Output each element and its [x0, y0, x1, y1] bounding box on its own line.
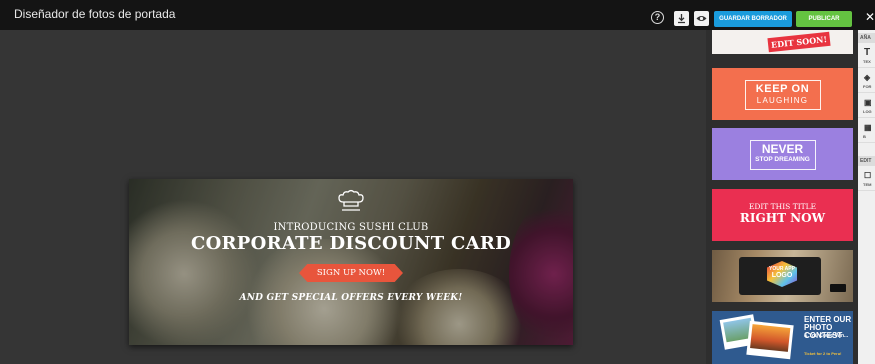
tools-section-edit: EDIT — [858, 156, 875, 166]
cover-photo-canvas[interactable]: INTRODUCING SUSHI CLUB CORPORATE DISCOUN… — [129, 179, 573, 345]
help-icon[interactable]: ? — [651, 11, 664, 24]
tool-template[interactable]: ☐ TEM — [858, 167, 875, 191]
tools-section-add: AÑA — [858, 33, 875, 43]
template-subtitle: STOP DREAMING — [755, 156, 810, 163]
tool-label: LOG — [863, 109, 872, 114]
tool-sidebar: AÑA T TEX ◈ FOR ▣ LOG ▦ B EDIT ☐ TEM — [858, 30, 875, 364]
tool-text[interactable]: T TEX — [858, 44, 875, 68]
template-icon: ☐ — [864, 171, 872, 180]
template-thumbnail[interactable]: EDIT THIS TITLE RIGHT NOW — [712, 189, 853, 241]
tool-label: B — [863, 134, 866, 139]
template-subtitle: LAUGHING — [756, 96, 809, 105]
text-icon: T — [864, 47, 871, 58]
download-icon — [678, 14, 685, 24]
template-title: NEVER — [761, 142, 804, 156]
save-draft-button[interactable]: GUARDAR BORRADOR — [714, 11, 792, 27]
tool-label: FOR — [863, 84, 872, 89]
template-title: EDIT SOON! — [767, 31, 831, 53]
tool-shapes[interactable]: ◈ FOR — [858, 69, 875, 93]
template-thumbnail[interactable]: ENTER OUR PHOTO CONTEST & You Could Win.… — [712, 311, 853, 364]
close-icon[interactable]: ✕ — [865, 10, 875, 24]
template-thumbnail[interactable]: EDIT SOON! — [712, 30, 853, 54]
cover-headline[interactable]: CORPORATE DISCOUNT CARD — [129, 233, 573, 254]
shapes-icon: ◈ — [864, 73, 871, 82]
tool-logo[interactable]: ▣ LOG — [858, 94, 875, 118]
template-thumbnail[interactable]: KEEP ON LAUGHING — [712, 68, 853, 120]
cover-intro-text[interactable]: INTRODUCING SUSHI CLUB — [129, 222, 573, 233]
chef-hat-logo-icon — [338, 189, 364, 211]
top-bar: Diseñador de fotos de portada ? GUARDAR … — [0, 0, 875, 30]
tool-background[interactable]: ▦ B — [858, 119, 875, 143]
publish-button[interactable]: PUBLICAR — [796, 11, 852, 27]
cover-photo-designer: Diseñador de fotos de portada ? GUARDAR … — [0, 0, 875, 364]
logo-icon: ▣ — [864, 98, 872, 107]
tool-label: TEM — [863, 182, 872, 187]
cover-cta-banner[interactable]: SIGN UP NOW! — [299, 264, 403, 282]
template-subtitle: RIGHT NOW — [739, 211, 826, 225]
template-thumbnail[interactable]: YOUR APP LOGO — [712, 250, 853, 302]
download-button[interactable] — [674, 11, 689, 26]
cover-subline[interactable]: AND GET SPECIAL OFFERS EVERY WEEK! — [129, 293, 573, 303]
eye-icon — [696, 16, 707, 21]
preview-button[interactable] — [694, 11, 709, 26]
template-subtitle: & You Could Win... — [804, 333, 849, 339]
background-icon: ▦ — [864, 123, 872, 132]
template-thumbnail[interactable]: NEVER STOP DREAMING — [712, 128, 853, 180]
template-caption: Ticket for 2 to Peru! — [804, 351, 842, 356]
tool-label: TEX — [863, 59, 871, 64]
app-title: Diseñador de fotos de portada — [14, 7, 176, 21]
canvas-area: INTRODUCING SUSHI CLUB CORPORATE DISCOUN… — [0, 30, 706, 364]
template-subtitle: LOGO — [771, 272, 793, 279]
template-title: EDIT THIS TITLE — [748, 202, 817, 211]
template-panel: EDIT SOON! KEEP ON LAUGHING NEVER STOP D… — [706, 30, 858, 364]
polaroid-image — [746, 320, 794, 360]
cover-cta-label: SIGN UP NOW! — [299, 264, 403, 282]
template-title: KEEP ON — [755, 83, 810, 95]
app-store-badge-icon — [830, 284, 846, 292]
